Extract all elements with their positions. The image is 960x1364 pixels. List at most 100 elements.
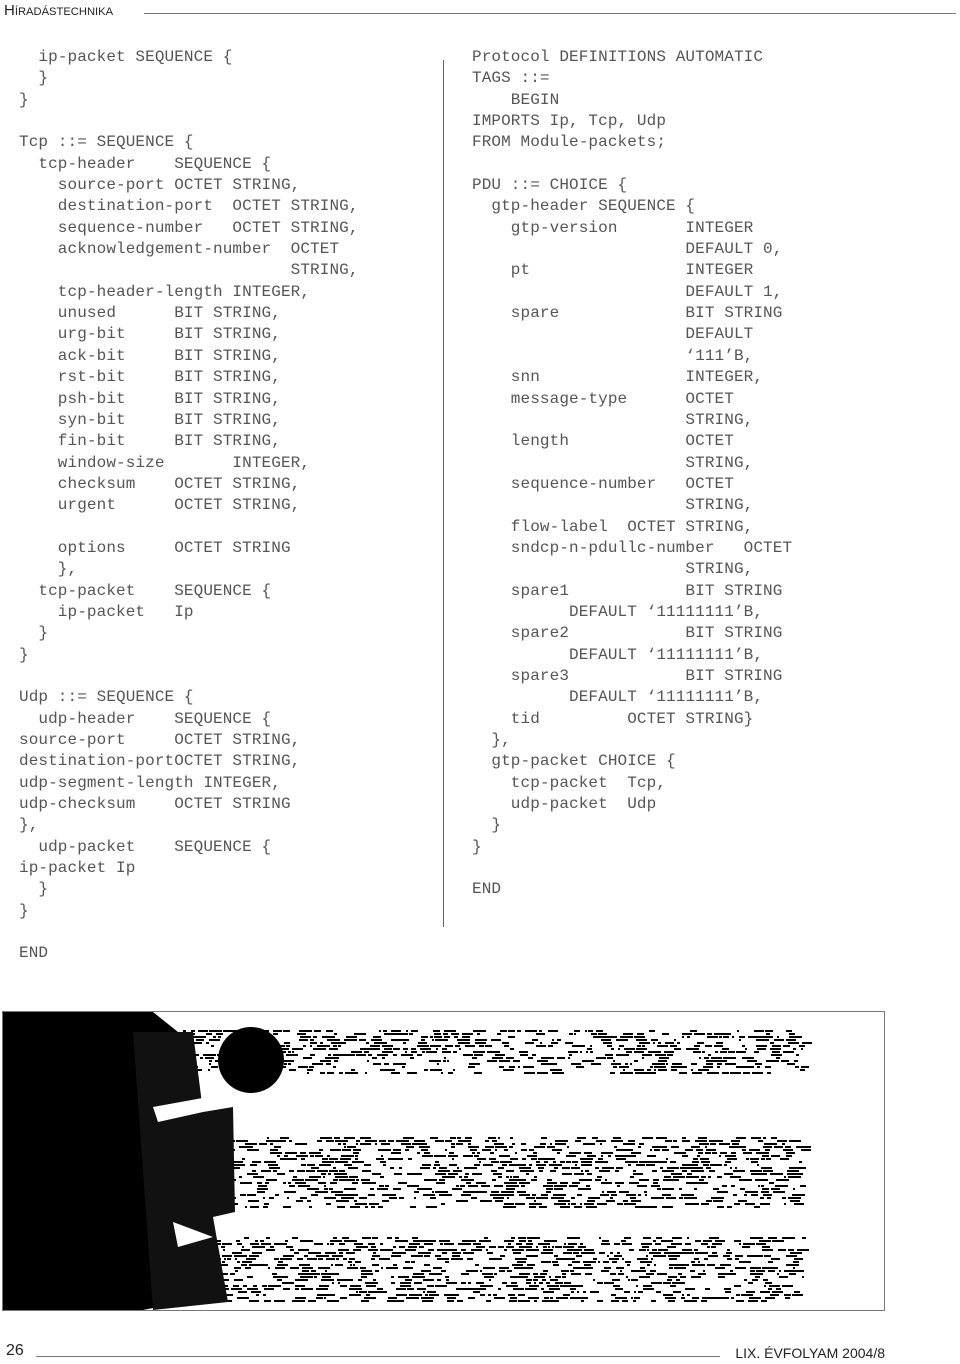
- noise-speck: [350, 1179, 355, 1181]
- noise-speck: [794, 1291, 800, 1293]
- noise-speck: [489, 1279, 491, 1281]
- noise-speck: [532, 1039, 538, 1041]
- noise-speck: [327, 1300, 339, 1302]
- noise-speck: [570, 1288, 576, 1290]
- noise-speck: [414, 1197, 416, 1199]
- noise-speck: [682, 1137, 686, 1139]
- noise-speck: [422, 1155, 433, 1157]
- noise-speck: [690, 1030, 697, 1032]
- noise-speck: [718, 1273, 724, 1275]
- noise-speck: [701, 1203, 709, 1205]
- noise-speck: [584, 1249, 594, 1251]
- noise-speck: [499, 1060, 510, 1062]
- noise-speck: [487, 1060, 497, 1062]
- noise-speck: [603, 1042, 612, 1044]
- noise-speck: [638, 1291, 643, 1293]
- noise-speck: [249, 1264, 262, 1266]
- noise-speck: [707, 1246, 710, 1248]
- noise-speck: [298, 1185, 310, 1187]
- noise-speck: [346, 1036, 357, 1038]
- noise-speck: [735, 1267, 746, 1269]
- noise-speck: [469, 1063, 480, 1065]
- noise-speck: [647, 1206, 653, 1208]
- noise-speck: [658, 1042, 661, 1044]
- noise-speck: [709, 1140, 718, 1142]
- noise-speck: [426, 1240, 436, 1242]
- noise-speck: [396, 1288, 406, 1290]
- noise-speck: [342, 1149, 351, 1151]
- noise-speck: [581, 1300, 584, 1302]
- noise-speck: [525, 1030, 528, 1032]
- noise-speck: [391, 1152, 401, 1154]
- noise-speck: [755, 1179, 768, 1181]
- noise-speck: [717, 1063, 722, 1065]
- code-line: fin-bit BIT STRING,: [19, 432, 281, 451]
- noise-speck: [651, 1039, 658, 1041]
- noise-speck: [750, 1158, 759, 1160]
- noise-speck: [681, 1297, 685, 1299]
- noise-speck: [321, 1273, 326, 1275]
- noise-speck: [745, 1203, 755, 1205]
- noise-speck: [312, 1063, 323, 1065]
- noise-speck: [571, 1249, 582, 1251]
- noise-speck: [657, 1045, 668, 1047]
- noise-speck: [768, 1261, 773, 1263]
- noise-speck: [616, 1267, 624, 1269]
- noise-speck: [707, 1072, 719, 1074]
- noise-speck: [674, 1252, 682, 1254]
- noise-speck: [534, 1146, 545, 1148]
- noise-speck: [653, 1240, 656, 1242]
- noise-speck: [695, 1140, 707, 1142]
- noise-speck: [552, 1261, 558, 1263]
- noise-speck: [484, 1030, 486, 1032]
- noise-speck: [298, 1249, 309, 1251]
- noise-speck: [444, 1294, 447, 1296]
- noise-speck: [565, 1042, 573, 1044]
- noise-speck: [374, 1042, 387, 1044]
- noise-speck: [413, 1240, 426, 1242]
- noise-speck: [639, 1143, 644, 1145]
- noise-speck: [788, 1197, 801, 1199]
- noise-speck: [681, 1264, 689, 1266]
- noise-speck: [783, 1045, 790, 1047]
- noise-speck: [715, 1240, 725, 1242]
- noise-speck: [487, 1051, 500, 1053]
- noise-speck: [686, 1182, 693, 1184]
- noise-speck: [498, 1176, 502, 1178]
- noise-speck: [576, 1066, 584, 1068]
- noise-speck: [674, 1167, 679, 1169]
- noise-speck: [519, 1273, 530, 1275]
- noise-speck: [458, 1243, 464, 1245]
- noise-speck: [295, 1288, 299, 1290]
- noise-speck: [606, 1282, 614, 1284]
- journal-title-rest: ÍRADÁSTECHNIKA: [14, 6, 114, 18]
- noise-speck: [317, 1045, 330, 1047]
- code-line: snn INTEGER,: [472, 368, 764, 387]
- noise-speck: [704, 1182, 708, 1184]
- noise-speck: [429, 1060, 441, 1062]
- noise-speck: [534, 1200, 536, 1202]
- noise-speck: [412, 1237, 418, 1239]
- noise-speck: [554, 1167, 558, 1169]
- noise-speck: [364, 1051, 369, 1053]
- noise-speck: [193, 1036, 206, 1038]
- noise-speck: [463, 1191, 474, 1193]
- noise-speck: [253, 1176, 264, 1178]
- noise-speck: [583, 1143, 595, 1145]
- noise-speck: [578, 1246, 586, 1248]
- noise-speck: [708, 1255, 718, 1257]
- noise-speck: [319, 1164, 331, 1166]
- noise-speck: [640, 1261, 652, 1263]
- noise-speck: [771, 1258, 780, 1260]
- noise-speck: [491, 1039, 501, 1041]
- noise-speck: [264, 1300, 271, 1302]
- noise-speck: [468, 1143, 471, 1145]
- noise-speck: [407, 1288, 414, 1290]
- noise-speck: [368, 1291, 374, 1293]
- noise-speck: [550, 1170, 556, 1172]
- noise-speck: [238, 1291, 247, 1293]
- noise-speck: [623, 1033, 633, 1035]
- noise-speck: [690, 1270, 695, 1272]
- noise-speck: [274, 1300, 285, 1302]
- noise-speck: [447, 1297, 456, 1299]
